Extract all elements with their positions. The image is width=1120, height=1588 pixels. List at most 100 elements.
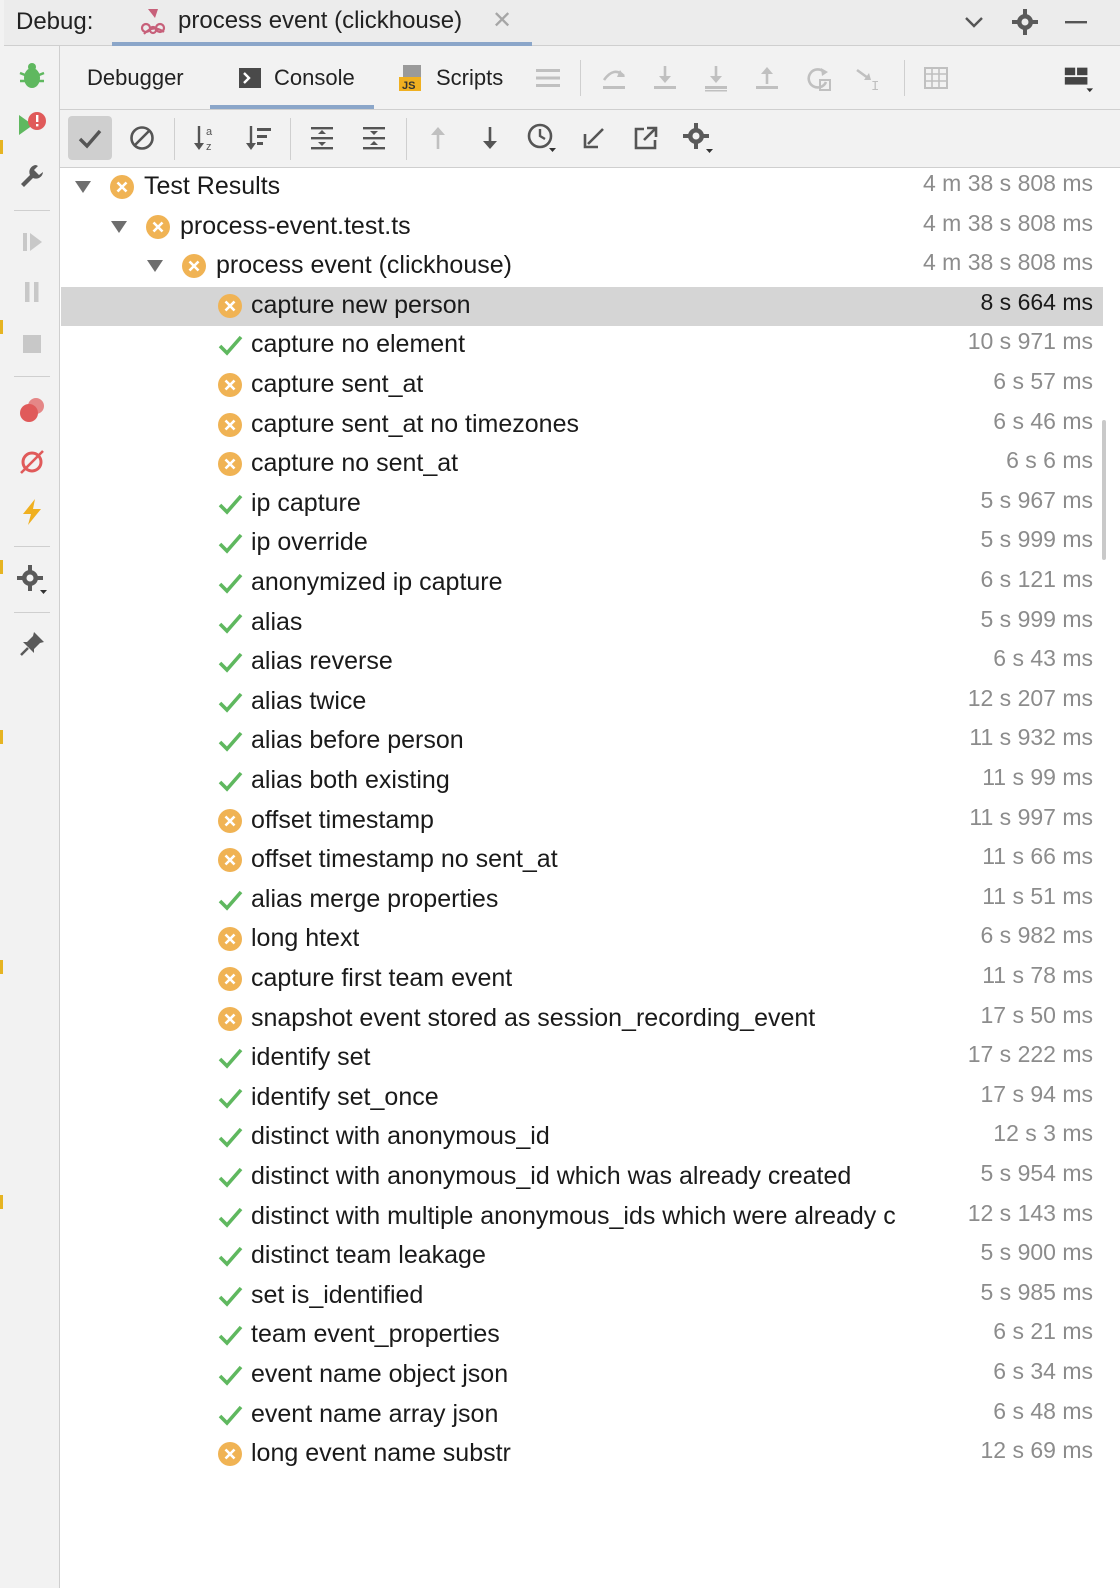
test-row[interactable]: long event name substr 12 s 69 ms (61, 1435, 1103, 1475)
wrench-icon[interactable] (14, 158, 50, 194)
test-row[interactable]: long htext 6 s 982 ms (61, 920, 1103, 960)
table-icon[interactable] (920, 62, 952, 94)
test-row[interactable]: set is_identified 5 s 985 ms (61, 1277, 1103, 1317)
failed-status-icon (182, 254, 206, 279)
expand-all-icon[interactable] (300, 116, 344, 160)
passed-check-icon (218, 494, 243, 515)
passed-check-icon (218, 1088, 243, 1109)
tab-label: Debugger (87, 65, 184, 90)
test-row[interactable]: anonymized ip capture 6 s 121 ms (61, 564, 1103, 604)
stop-icon[interactable] (14, 326, 50, 362)
pin-icon[interactable] (14, 626, 50, 662)
mute-breakpoints-icon[interactable] (14, 444, 50, 480)
lightning-icon[interactable] (14, 494, 50, 530)
test-row[interactable]: alias merge properties 11 s 51 ms (61, 881, 1103, 921)
collapse-all-icon[interactable] (352, 116, 396, 160)
list-icon[interactable] (532, 62, 564, 94)
passed-check-icon (218, 613, 243, 634)
test-row[interactable]: event name object json 6 s 34 ms (61, 1356, 1103, 1396)
import-icon[interactable] (572, 116, 616, 160)
debug-title-bar: Debug: process event (clickhouse) ✕ (4, 0, 1120, 46)
test-row[interactable]: alias 5 s 999 ms (61, 604, 1103, 644)
gear-icon[interactable] (676, 116, 720, 160)
test-name: event name array json (251, 1399, 499, 1428)
minimize-icon[interactable] (1060, 6, 1092, 38)
show-ignored-icon[interactable] (120, 116, 164, 160)
test-row[interactable]: alias before person 11 s 932 ms (61, 722, 1103, 762)
tree-row-test-results[interactable]: Test Results 4 m 38 s 808 ms (61, 168, 1103, 208)
step-into-icon[interactable] (649, 62, 681, 94)
step-out-icon[interactable] (751, 62, 783, 94)
tree-row-test-suite[interactable]: process event (clickhouse) 4 m 38 s 808 … (61, 247, 1103, 287)
test-runner-toolbar: az (60, 110, 1120, 168)
test-row[interactable]: ip override 5 s 999 ms (61, 524, 1103, 564)
test-duration: 6 s 46 ms (991, 407, 1093, 435)
export-icon[interactable] (624, 116, 668, 160)
test-row[interactable]: alias both existing 11 s 99 ms (61, 762, 1103, 802)
run-configuration-tab[interactable]: process event (clickhouse) ✕ (112, 0, 532, 46)
passed-check-icon (218, 534, 243, 555)
gear-icon[interactable] (1009, 6, 1041, 38)
test-name: distinct with multiple anonymous_ids whi… (251, 1201, 896, 1230)
scrollbar[interactable] (1102, 420, 1106, 560)
show-passed-icon[interactable] (68, 116, 112, 160)
layout-icon[interactable] (1062, 62, 1094, 94)
test-row[interactable]: offset timestamp 11 s 997 ms (61, 802, 1103, 842)
test-row[interactable]: distinct team leakage 5 s 900 ms (61, 1237, 1103, 1277)
test-row[interactable]: capture sent_at no timezones 6 s 46 ms (61, 406, 1103, 446)
force-step-into-icon[interactable] (700, 62, 732, 94)
step-over-icon[interactable] (598, 62, 630, 94)
prev-failed-icon[interactable] (416, 116, 460, 160)
view-breakpoints-icon[interactable] (14, 392, 50, 428)
test-duration: 11 s 78 ms (980, 962, 1093, 989)
test-row[interactable]: identify set 17 s 222 ms (61, 1039, 1103, 1079)
test-row[interactable]: capture sent_at 6 s 57 ms (61, 366, 1103, 406)
chevron-down-icon[interactable] (145, 256, 165, 276)
edge-marker (0, 960, 3, 974)
test-row[interactable]: snapshot event stored as session_recordi… (61, 1000, 1103, 1040)
test-row[interactable]: capture new person 8 s 664 ms (61, 286, 1103, 327)
evaluate-icon[interactable]: I (853, 62, 885, 94)
passed-check-icon (218, 336, 243, 357)
sort-alpha-icon[interactable]: az (184, 116, 228, 160)
sort-duration-icon[interactable] (236, 116, 280, 160)
test-name: capture sent_at no timezones (251, 409, 579, 438)
test-duration: 6 s 6 ms (1004, 447, 1093, 475)
test-row[interactable]: distinct with anonymous_id which was alr… (61, 1158, 1103, 1198)
test-row[interactable]: alias twice 12 s 207 ms (61, 683, 1103, 723)
test-row[interactable]: distinct with anonymous_id 12 s 3 ms (61, 1118, 1103, 1158)
test-row[interactable]: capture first team event 11 s 78 ms (61, 960, 1103, 1000)
test-name: offset timestamp no sent_at (251, 845, 558, 874)
test-name: alias both existing (251, 766, 450, 794)
test-duration: 11 s 932 ms (967, 724, 1093, 752)
test-duration: 8 s 664 ms (978, 288, 1093, 316)
rerun-failed-icon[interactable] (14, 108, 50, 144)
edge-marker (0, 140, 3, 154)
settings-icon[interactable] (14, 562, 50, 598)
node-label: process event (clickhouse) (216, 251, 512, 280)
test-row[interactable]: alias reverse 6 s 43 ms (61, 643, 1103, 683)
test-row[interactable]: ip capture 5 s 967 ms (61, 485, 1103, 525)
failed-status-icon (218, 1442, 242, 1467)
test-row[interactable]: distinct with multiple anonymous_ids whi… (61, 1198, 1103, 1238)
test-row[interactable]: offset timestamp no sent_at 11 s 66 ms (61, 841, 1103, 881)
resume-icon[interactable] (14, 224, 50, 260)
close-icon[interactable]: ✕ (492, 6, 512, 35)
chevron-down-icon[interactable] (958, 6, 990, 38)
test-row[interactable]: team event_properties 6 s 21 ms (61, 1316, 1103, 1356)
bug-icon[interactable] (14, 58, 50, 94)
tree-row-test-file[interactable]: process-event.test.ts 4 m 38 s 808 ms (61, 208, 1103, 248)
tab-debugger[interactable]: Debugger (87, 46, 184, 110)
test-row[interactable]: event name array json 6 s 48 ms (61, 1396, 1103, 1436)
test-row[interactable]: capture no sent_at 6 s 6 ms (61, 445, 1103, 485)
chevron-down-icon[interactable] (73, 177, 93, 197)
test-row[interactable]: identify set_once 17 s 94 ms (61, 1079, 1103, 1119)
tab-scripts[interactable]: JS Scripts (398, 46, 503, 110)
test-row[interactable]: capture no element 10 s 971 ms (61, 326, 1103, 366)
chevron-down-icon[interactable] (109, 217, 129, 237)
pause-icon[interactable] (14, 274, 50, 310)
next-failed-icon[interactable] (468, 116, 512, 160)
history-icon[interactable] (520, 116, 564, 160)
run-to-cursor-icon[interactable] (802, 62, 834, 94)
tab-console[interactable]: Console (238, 46, 355, 110)
